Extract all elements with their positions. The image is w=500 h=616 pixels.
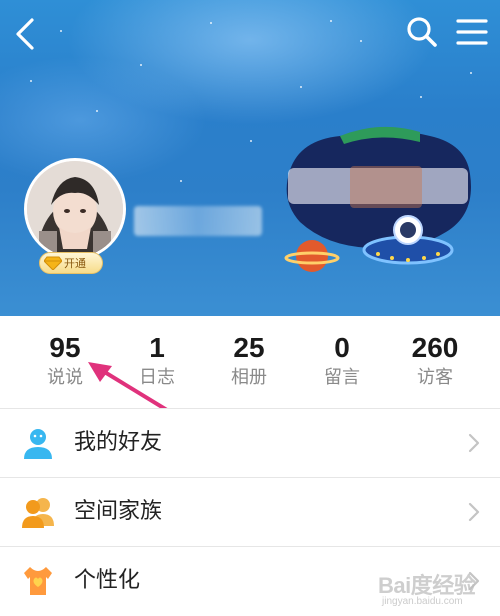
menu-item-label: 空间家族 [74, 499, 163, 524]
star-decoration [30, 80, 32, 82]
star-decoration [250, 140, 252, 142]
chevron-right-icon [468, 433, 480, 453]
star-decoration [360, 40, 362, 42]
menu-list: 我的好友 空间家族 个性化 [0, 408, 500, 616]
menu-item-my-friends[interactable]: 我的好友 [0, 409, 500, 477]
menu-item-label: 个性化 [74, 568, 141, 593]
back-button[interactable] [8, 14, 42, 54]
star-decoration [420, 96, 422, 98]
star-decoration [96, 110, 98, 112]
chevron-right-icon [468, 502, 480, 522]
stat-label: 留言 [324, 367, 360, 388]
avatar-photo [27, 161, 123, 257]
search-button[interactable] [404, 14, 440, 50]
stat-label: 说说 [47, 367, 83, 388]
stat-value: 95 [49, 332, 81, 363]
profile-header-banner: 开通 [0, 0, 500, 316]
stat-value: 0 [334, 332, 350, 363]
stat-value: 1 [149, 332, 165, 363]
chevron-right-icon [468, 571, 480, 591]
user-avatar[interactable] [24, 158, 126, 260]
star-decoration [140, 64, 142, 66]
star-decoration [330, 20, 332, 22]
nickname-blurred [134, 206, 262, 236]
stat-shuoshuo[interactable]: 95 说说 [20, 316, 110, 408]
personalize-shirt-icon [24, 567, 52, 595]
more-menu-button[interactable] [454, 14, 490, 50]
stat-label: 相册 [231, 367, 267, 388]
vip-badge-label: 开通 [64, 257, 86, 270]
stat-liuyan[interactable]: 0 留言 [297, 316, 387, 408]
chevron-left-icon [16, 18, 34, 50]
astronaut-decoration [284, 126, 471, 272]
stat-rizhi[interactable]: 1 日志 [112, 316, 202, 408]
hamburger-menu-icon [456, 19, 488, 45]
stat-xiangce[interactable]: 25 相册 [204, 316, 294, 408]
friend-person-icon [24, 429, 52, 459]
star-decoration [300, 86, 302, 88]
stats-row: 95 说说 1 日志 25 相册 0 留言 260 访客 [0, 316, 500, 408]
star-decoration [210, 22, 212, 24]
menu-item-space-family[interactable]: 空间家族 [0, 478, 500, 546]
search-icon [407, 17, 437, 47]
stat-fangke[interactable]: 260 访客 [390, 316, 480, 408]
menu-item-personalize[interactable]: 个性化 [0, 547, 500, 615]
menu-item-label: 我的好友 [74, 430, 163, 455]
stat-label: 日志 [139, 367, 175, 388]
stat-label: 访客 [417, 367, 453, 388]
star-decoration [60, 30, 62, 32]
star-decoration [470, 72, 472, 74]
vip-open-badge[interactable]: 开通 [39, 252, 103, 274]
diamond-icon [44, 256, 62, 270]
stat-value: 260 [411, 332, 459, 363]
stat-value: 25 [233, 332, 265, 363]
star-decoration [180, 180, 182, 182]
family-group-icon [22, 498, 54, 528]
